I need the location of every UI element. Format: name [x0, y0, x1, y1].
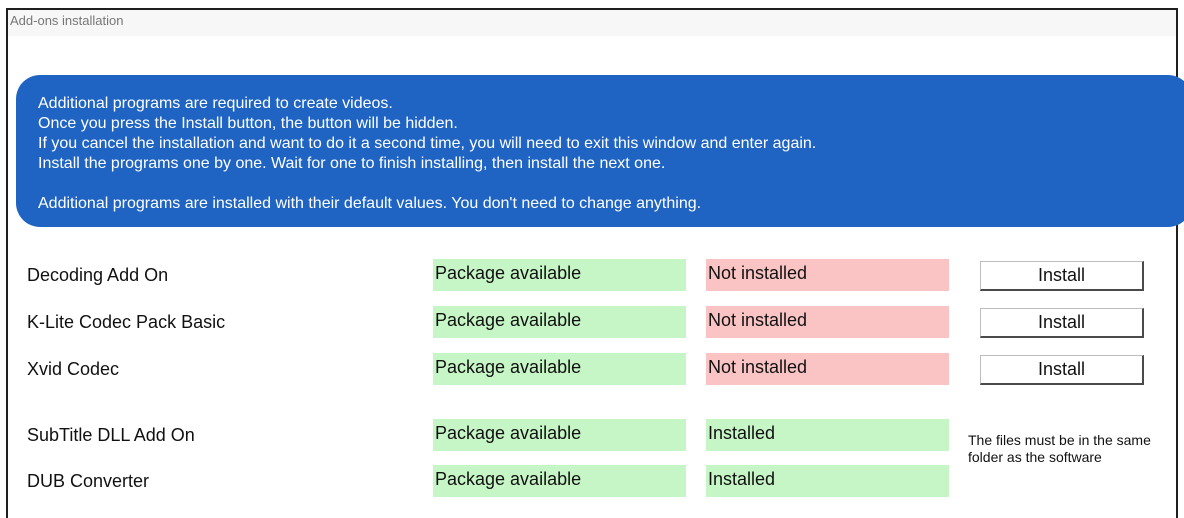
package-status: Package available — [433, 465, 686, 497]
addon-row-dub: DUB Converter Package available Installe… — [8, 465, 1180, 497]
install-button[interactable]: Install — [980, 261, 1144, 291]
package-status: Package available — [433, 259, 686, 291]
install-status: Not installed — [706, 259, 949, 291]
install-status: Installed — [706, 419, 949, 451]
info-line: If you cancel the installation and want … — [38, 135, 817, 152]
install-button[interactable]: Install — [980, 355, 1144, 385]
package-status: Package available — [433, 419, 686, 451]
addons-window: Add-ons installation Additional programs… — [6, 8, 1184, 518]
addon-name: DUB Converter — [27, 471, 150, 491]
addon-name: SubTitle DLL Add On — [27, 425, 195, 445]
info-line: Install the programs one by one. Wait fo… — [38, 155, 666, 172]
addon-name: Xvid Codec — [27, 359, 120, 379]
install-status: Not installed — [706, 353, 949, 385]
window-title: Add-ons installation — [8, 10, 1176, 36]
info-line: Additional programs are required to crea… — [38, 95, 393, 112]
package-status: Package available — [433, 306, 686, 338]
install-status: Not installed — [706, 306, 949, 338]
addon-row-decoding: Decoding Add On Package available Not in… — [8, 259, 1180, 291]
info-line: Once you press the Install button, the b… — [38, 115, 458, 132]
install-status: Installed — [706, 465, 949, 497]
info-panel: Additional programs are required to crea… — [16, 75, 1184, 227]
package-status: Package available — [433, 353, 686, 385]
info-footer: Additional programs are installed with t… — [38, 195, 702, 212]
addon-row-k-lite: K-Lite Codec Pack Basic Package availabl… — [8, 306, 1180, 338]
folder-note: The files must be in the same folder as … — [968, 432, 1151, 465]
addon-name: Decoding Add On — [27, 265, 169, 285]
install-button[interactable]: Install — [980, 308, 1144, 338]
addon-name: K-Lite Codec Pack Basic — [27, 312, 226, 332]
addon-row-xvid: Xvid Codec Package available Not install… — [8, 353, 1180, 385]
